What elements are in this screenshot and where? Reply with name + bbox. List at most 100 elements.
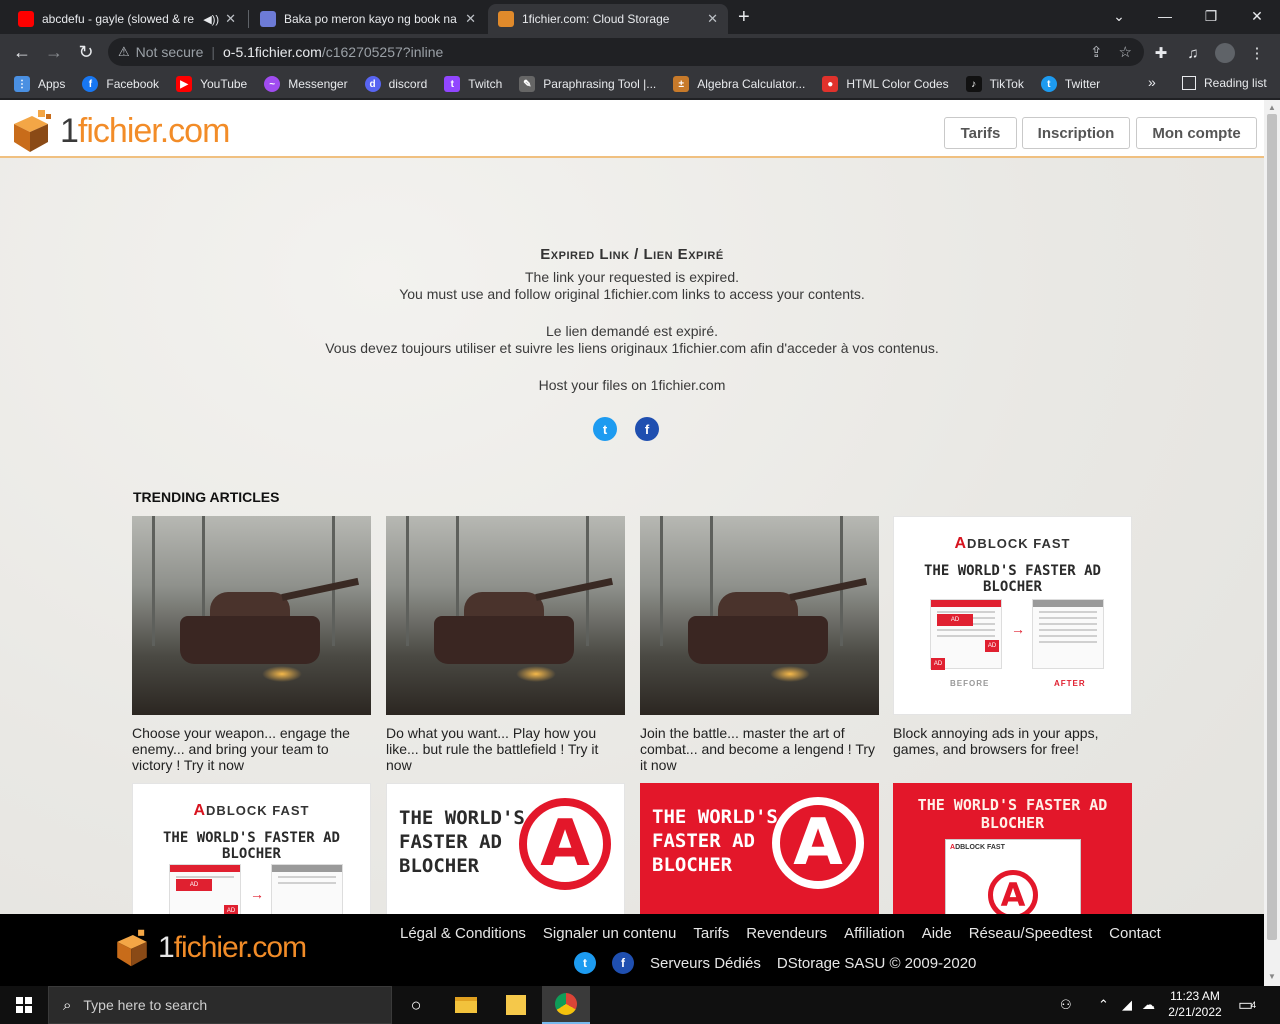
profile-avatar[interactable] (1214, 42, 1236, 64)
bookmark-youtube[interactable]: ▶ YouTube (176, 76, 247, 92)
file-explorer-icon[interactable] (442, 986, 490, 1024)
tiktok-icon: ♪ (965, 76, 982, 92)
tray-chevron-icon[interactable]: ⌃ (1098, 986, 1109, 1024)
bookmark-paraphrasing[interactable]: ✎ Paraphrasing Tool |... (519, 76, 656, 92)
account-button[interactable]: Mon compte (1136, 117, 1257, 149)
share-icon[interactable]: ⇪ (1090, 43, 1103, 61)
tab-book[interactable]: Baka po meron kayo ng book na ✕ (250, 4, 486, 34)
security-label[interactable]: Not secure (136, 44, 204, 60)
article-caption[interactable]: Choose your weapon... engage the enemy..… (132, 725, 371, 773)
tab-1fichier[interactable]: 1fichier.com: Cloud Storage ✕ (488, 4, 728, 34)
close-tab-icon[interactable]: ✕ (707, 11, 718, 27)
new-tab-button[interactable]: + (738, 6, 750, 29)
start-button[interactable] (0, 986, 48, 1024)
scroll-thumb[interactable] (1267, 114, 1277, 940)
address-bar[interactable]: ⚠ Not secure | o-5.1fichier.com /c162705… (108, 38, 1144, 66)
extensions-icon[interactable]: ✚ (1150, 42, 1172, 64)
close-tab-icon[interactable]: ✕ (465, 11, 476, 27)
bookmark-discord[interactable]: d discord (364, 76, 427, 92)
bookmark-star-icon[interactable]: ☆ (1119, 43, 1132, 61)
task-view-icon[interactable]: ○ (392, 986, 440, 1024)
chrome-icon[interactable] (542, 986, 590, 1024)
article-caption[interactable]: Do what you want... Play how you like...… (386, 725, 625, 773)
footer-link-dedicated-servers[interactable]: Serveurs Dédiés (650, 955, 761, 972)
bookmark-messenger[interactable]: ~ Messenger (264, 76, 348, 92)
footer-logo[interactable]: 1fichier.com (112, 928, 307, 968)
menu-icon[interactable]: ⋮ (1246, 42, 1268, 64)
calculator-icon: ± (673, 76, 690, 92)
scroll-down-icon[interactable]: ▼ (1268, 972, 1276, 981)
maximize-button[interactable]: ❐ (1188, 0, 1234, 32)
bookmark-twitter[interactable]: t Twitter (1040, 76, 1100, 92)
before-mockup: AD AD AD (930, 599, 1002, 670)
twitter-icon[interactable]: t (574, 952, 596, 974)
footer-link-report[interactable]: Signaler un contenu (543, 925, 676, 942)
taskbar-clock[interactable]: 11:23 AM 2/21/2022 (1166, 988, 1224, 1020)
tab-search-icon[interactable]: ⌄ (1096, 0, 1142, 32)
ad-slogan: THE WORLD'S FASTER AD BLOCHER (923, 563, 1101, 595)
back-button[interactable]: ← (10, 40, 34, 64)
article-card[interactable]: Do what you want... Play how you like...… (386, 516, 625, 773)
facebook-icon[interactable]: f (612, 952, 634, 974)
weather-cloud-icon[interactable]: ☁ (1142, 986, 1155, 1024)
tank-image[interactable] (132, 516, 371, 715)
reading-list-button[interactable]: Reading list (1182, 76, 1267, 90)
windows-taskbar: ⌕ Type here to search ○ ⚇ ⌃ ◢ ☁ 11:23 AM… (0, 986, 1280, 1024)
warning-icon[interactable]: ⚠ (118, 44, 130, 60)
bookmark-apps[interactable]: ⋮ Apps (14, 76, 65, 92)
fire-glow (770, 666, 810, 682)
facebook-icon[interactable]: f (635, 417, 659, 441)
sticky-notes-icon[interactable] (492, 986, 540, 1024)
notification-icon[interactable]: ▭ 4 (1238, 986, 1256, 1024)
bookmark-algebra[interactable]: ± Algebra Calculator... (673, 76, 805, 92)
twitter-icon: t (1040, 76, 1057, 92)
bookmark-html-colors[interactable]: ● HTML Color Codes (822, 76, 949, 92)
message-en-line2: You must use and follow original 1fichie… (399, 286, 865, 302)
wifi-icon[interactable]: ◢ (1122, 986, 1132, 1024)
bookmark-label: Facebook (106, 77, 160, 91)
close-window-button[interactable]: ✕ (1234, 0, 1280, 32)
inscription-button[interactable]: Inscription (1022, 117, 1130, 149)
tab-youtube[interactable]: abcdefu - gayle (slowed & re ◀)) ✕ (8, 4, 246, 34)
close-tab-icon[interactable]: ✕ (225, 11, 236, 27)
minimize-button[interactable]: — (1142, 0, 1188, 32)
footer-link-contact[interactable]: Contact (1109, 925, 1161, 942)
footer-link-network[interactable]: Réseau/Speedtest (969, 925, 1092, 942)
tarifs-button[interactable]: Tarifs (944, 117, 1017, 149)
tank-hull (688, 616, 828, 664)
bookmark-tiktok[interactable]: ♪ TikTok (965, 76, 1024, 92)
tab-title: 1fichier.com: Cloud Storage (522, 12, 670, 26)
clock-date: 2/21/2022 (1168, 1005, 1222, 1019)
reload-button[interactable]: ↻ (74, 40, 98, 64)
twitter-icon[interactable]: t (593, 417, 617, 441)
article-card[interactable]: Join the battle... master the art of com… (640, 516, 879, 773)
forward-button[interactable]: → (42, 40, 66, 64)
bookmark-facebook[interactable]: f Facebook (82, 76, 159, 92)
site-logo[interactable]: 1fichier.com (8, 108, 230, 154)
footer-link-affiliation[interactable]: Affiliation (844, 925, 905, 942)
more-bookmarks-button[interactable]: » (1148, 74, 1156, 90)
media-control-icon[interactable]: ♫ (1182, 42, 1204, 64)
article-caption[interactable]: Join the battle... master the art of com… (640, 725, 879, 773)
speaker-icon[interactable]: ◀)) (203, 13, 219, 26)
footer-link-legal[interactable]: Légal & Conditions (400, 925, 526, 942)
bookmark-label: Algebra Calculator... (697, 77, 806, 91)
tank-barrel (535, 577, 614, 601)
article-card[interactable]: ADBLOCK FAST THE WORLD'S FASTER AD BLOCH… (893, 516, 1132, 757)
url-host: o-5.1fichier.com (223, 44, 322, 60)
footer-link-tarifs[interactable]: Tarifs (693, 925, 729, 942)
footer-link-resellers[interactable]: Revendeurs (746, 925, 827, 942)
tank-image[interactable] (640, 516, 879, 715)
scroll-up-icon[interactable]: ▲ (1268, 103, 1276, 112)
adblock-ad-image[interactable]: ADBLOCK FAST THE WORLD'S FASTER AD BLOCH… (893, 516, 1132, 715)
taskbar-search[interactable]: ⌕ Type here to search (48, 986, 392, 1024)
message-title: Expired Link / Lien Expiré (540, 246, 724, 263)
article-card[interactable]: Choose your weapon... engage the enemy..… (132, 516, 371, 773)
footer-link-help[interactable]: Aide (922, 925, 952, 942)
people-icon[interactable]: ⚇ (1060, 986, 1072, 1024)
article-caption[interactable]: Block annoying ads in your apps, games, … (893, 725, 1132, 757)
tank-image[interactable] (386, 516, 625, 715)
page-scrollbar[interactable]: ▲ ▼ (1264, 100, 1280, 986)
mock-line (1039, 635, 1097, 637)
bookmark-twitch[interactable]: t Twitch (444, 76, 502, 92)
